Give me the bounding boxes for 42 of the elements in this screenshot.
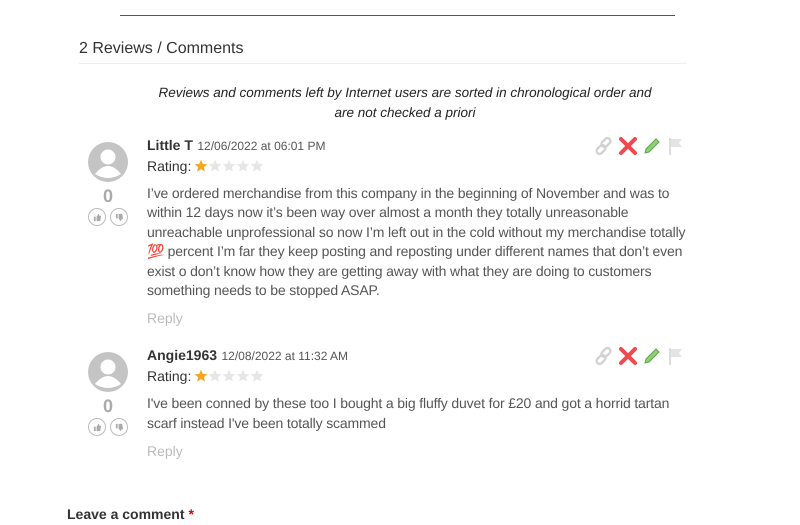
vote-count: 0 [102,186,113,206]
edit-icon[interactable] [642,346,662,366]
thumbs-up-button[interactable] [88,208,106,226]
thumbs-down-button[interactable] [110,418,128,436]
thumbs-down-button[interactable] [110,208,128,226]
star-icon [222,369,236,384]
edit-icon[interactable] [642,136,662,156]
leave-comment-label: Leave a comment [67,506,184,522]
required-mark: * [188,506,194,522]
star-icon [208,369,222,384]
reply-link[interactable]: Reply [147,443,183,460]
author-name: Little T [147,137,193,153]
thumbs-down-icon [114,422,124,432]
rating-label: Rating: [147,368,192,384]
author-name: Angie1963 [147,347,218,364]
thumbs-up-icon [92,422,102,432]
notice-text: Reviews and comments left by Internet users are sorted in chronological order and are not checked a priori [157,84,652,122]
reply-link[interactable]: Reply [147,310,183,326]
star-icon [208,159,222,173]
comment-date: 12/08/2022 at 11:32 AM [222,349,348,364]
star-icon [194,369,208,384]
star-icon [250,159,264,173]
vote-count: 0 [102,396,113,416]
delete-icon[interactable] [618,136,638,156]
section-heading: 2 Reviews / Comments [79,40,687,64]
rating-label: Rating: [147,158,192,174]
avatar-icon [88,142,128,182]
thumbs-down-icon [114,212,124,222]
avatar-icon [88,352,128,392]
delete-icon[interactable] [618,346,638,366]
star-icon [236,369,250,384]
comment-date: 12/06/2022 at 06:01 PM [197,139,326,153]
thumbs-up-icon [92,212,102,222]
link-icon[interactable] [594,346,614,366]
star-icon [194,159,208,173]
comment-text: I’ve ordered merchandise from this company in the beginning of November and was to within 12 days now it’s been way over almost a month they totally unreasonable unreachable unprofessional so now I’m left out in the cold without my merchandise totally 💯 percent I’m far they keep posting and reposting under different names that don’t even exist o don’t know how they are getting away with what they are doing to customers something needs to be stopped ASAP. [147,184,686,300]
star-icon [250,369,264,384]
thumbs-up-button[interactable] [88,418,106,436]
star-icon [222,159,236,173]
link-icon[interactable] [594,136,614,156]
comment-text: I've been conned by these too I bought a big fluffy duvet for £20 and got a horrid tartan scarf instead I've been totally scammed [147,394,670,433]
star-icon [236,159,250,173]
